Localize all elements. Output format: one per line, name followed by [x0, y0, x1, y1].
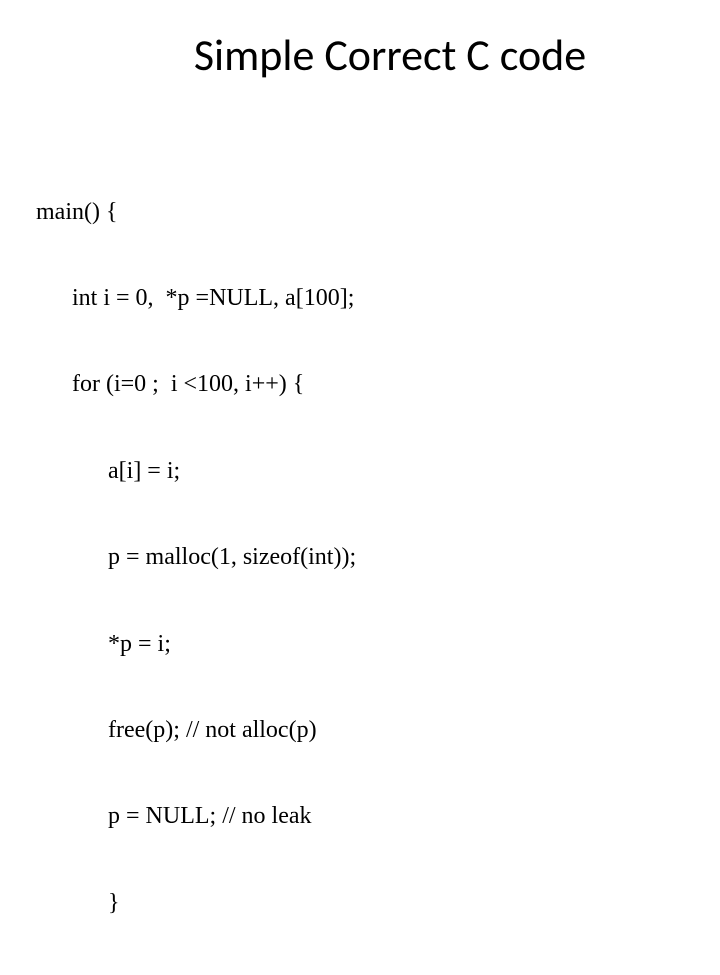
code-line-7: free(p); // not alloc(p) [36, 716, 356, 745]
code-line-9: } [36, 889, 356, 918]
code-line-8: p = NULL; // no leak [36, 802, 356, 831]
slide-title: Simple Correct C code [0, 0, 720, 82]
slide: Simple Correct C code main() { int i = 0… [0, 0, 720, 540]
code-block: main() { int i = 0, *p =NULL, a[100]; fo… [36, 140, 356, 975]
code-line-1: main() { [36, 198, 356, 227]
code-line-3: for (i=0 ; i <100, i++) { [36, 370, 356, 399]
code-line-6: *p = i; [36, 630, 356, 659]
code-line-5: p = malloc(1, sizeof(int)); [36, 543, 356, 572]
code-line-2: int i = 0, *p =NULL, a[100]; [36, 284, 356, 313]
code-line-4: a[i] = i; [36, 457, 356, 486]
